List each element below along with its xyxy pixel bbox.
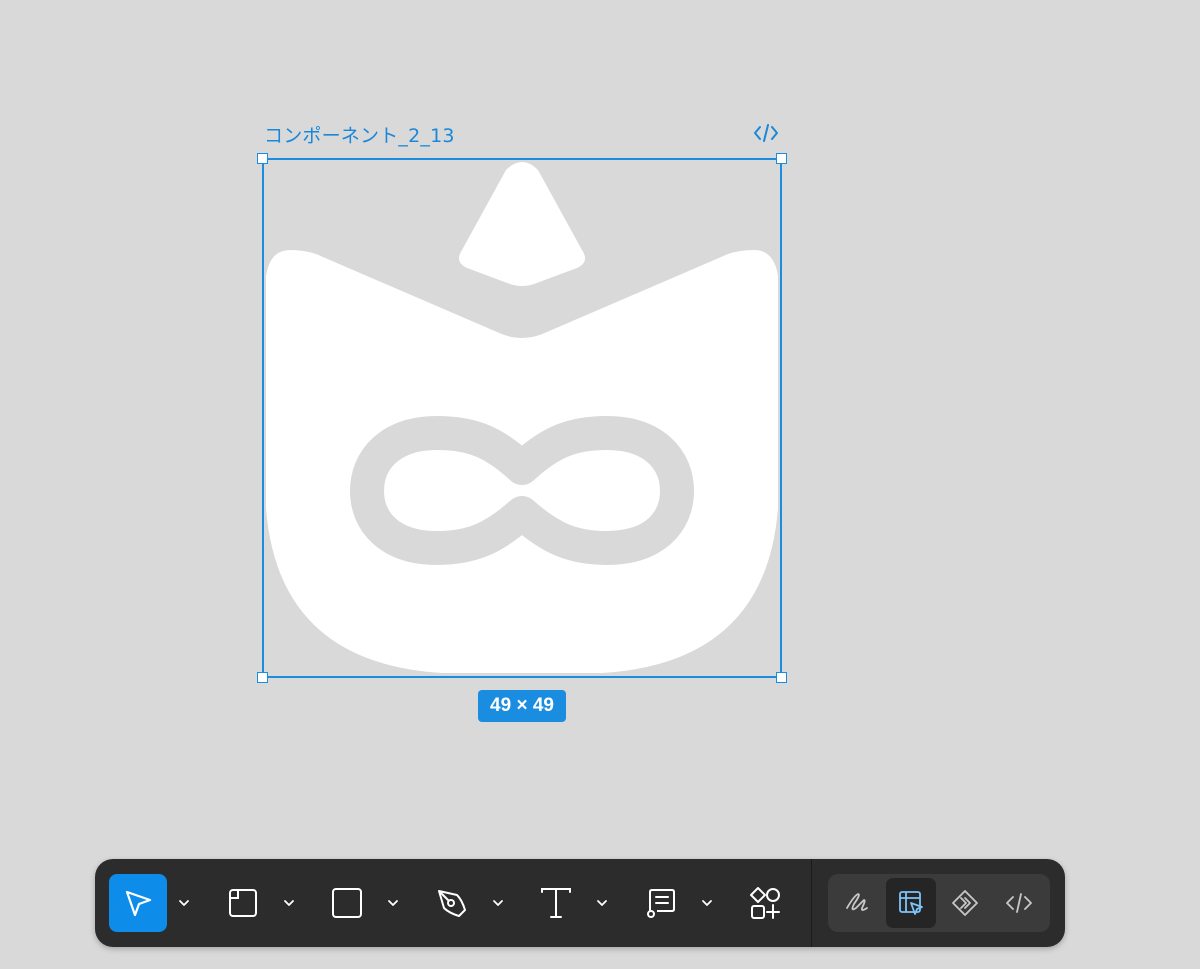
draw-mode-button[interactable]	[832, 878, 882, 928]
assets-tool-button[interactable]	[736, 874, 794, 932]
pen-tool-icon	[438, 890, 466, 917]
mode-switcher	[828, 874, 1050, 932]
comment-tool-menu-chevron[interactable]	[697, 889, 717, 917]
design-canvas[interactable]: コンポーネント_2_13 49 × 49	[0, 0, 1200, 969]
frame-tool-menu-chevron[interactable]	[279, 889, 299, 917]
chevron-down-icon	[388, 900, 398, 906]
toolbar-divider	[811, 859, 812, 947]
pen-tool-menu-chevron[interactable]	[488, 889, 508, 917]
resize-handle-bottom-left[interactable]	[257, 672, 268, 683]
design-mode-button[interactable]	[886, 878, 936, 928]
comment-tool-button[interactable]	[631, 874, 689, 932]
design-mode-icon	[899, 891, 923, 915]
move-tool-button[interactable]	[109, 874, 167, 932]
text-icon	[541, 888, 571, 918]
chevron-down-icon	[284, 900, 294, 906]
chevron-down-icon	[493, 900, 503, 906]
rectangle-tool-button[interactable]	[318, 874, 376, 932]
chevron-down-icon	[702, 900, 712, 906]
text-tool-button[interactable]	[527, 874, 585, 932]
text-tool-menu-chevron[interactable]	[592, 889, 612, 917]
cursor-arrow-icon	[125, 890, 152, 917]
dimensions-badge: 49 × 49	[478, 690, 566, 722]
bottom-toolbar	[95, 859, 1065, 947]
chevron-down-icon	[179, 900, 189, 906]
code-brackets-icon[interactable]	[752, 120, 780, 146]
move-tool-menu-chevron[interactable]	[174, 889, 194, 917]
rectangle-icon	[332, 888, 362, 918]
resize-handle-top-right[interactable]	[776, 153, 787, 164]
dev-mode-button[interactable]	[994, 878, 1044, 928]
shapes-plus-icon	[750, 887, 780, 919]
rectangle-tool-menu-chevron[interactable]	[383, 889, 403, 917]
frame-icon	[229, 889, 257, 917]
resize-handle-top-left[interactable]	[257, 153, 268, 164]
selection-box[interactable]	[257, 153, 787, 683]
chevron-down-icon	[597, 900, 607, 906]
prototype-mode-button[interactable]	[940, 878, 990, 928]
comment-icon	[647, 889, 675, 918]
frame-name-label[interactable]: コンポーネント_2_13	[264, 121, 455, 148]
pen-tool-button[interactable]	[423, 874, 481, 932]
prototype-icon	[952, 890, 978, 916]
code-brackets-icon	[1006, 893, 1032, 913]
squiggle-icon	[846, 893, 868, 911]
frame-tool-button[interactable]	[214, 874, 272, 932]
resize-handle-bottom-right[interactable]	[776, 672, 787, 683]
